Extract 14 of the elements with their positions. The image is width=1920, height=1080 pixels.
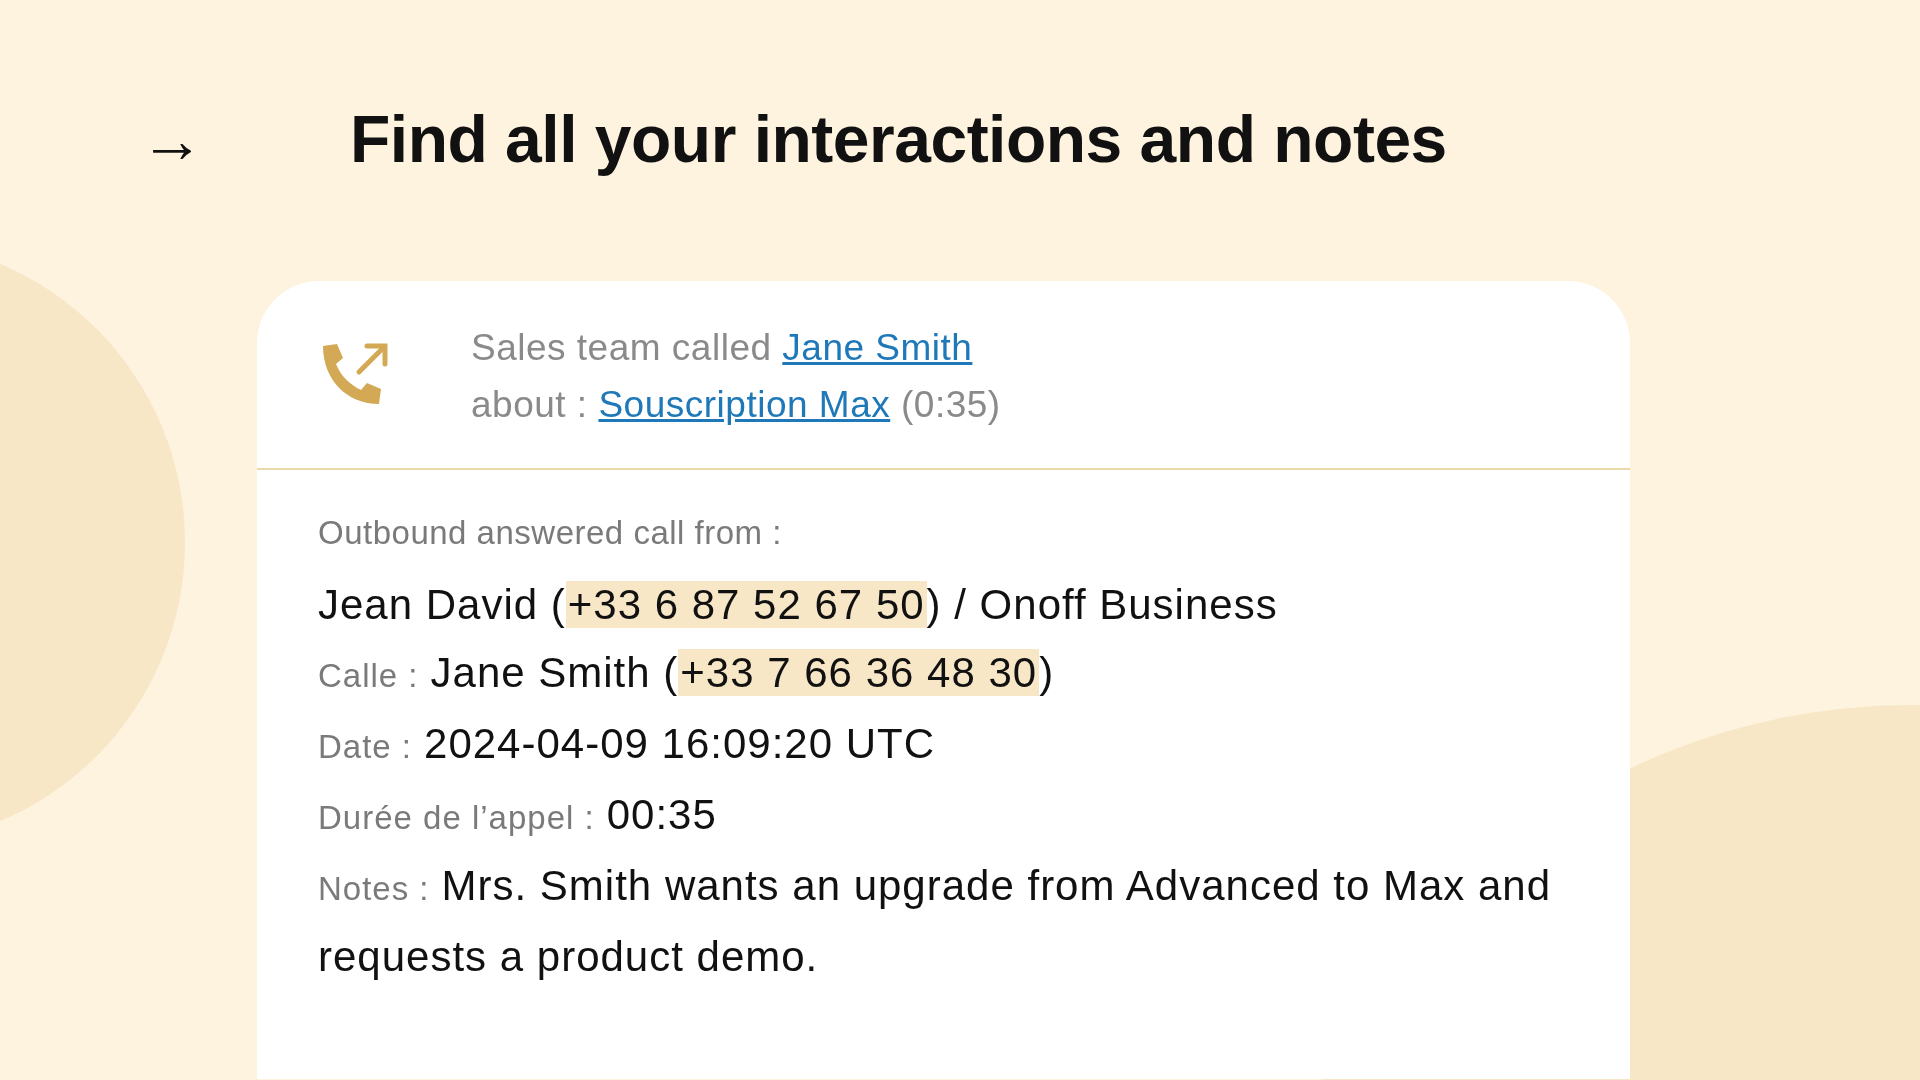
call-detail-line: Calle : Jane Smith (+33 7 66 36 48 30) <box>318 648 1056 699</box>
call-description: Outbound answered call from : <box>318 512 783 553</box>
call-detail-line: Date : 2024-04-09 16:09:20 UTC <box>318 719 937 770</box>
phone-number-highlight: +33 7 66 36 48 30 <box>678 649 1040 697</box>
call-detail-line: Durée de l’appel : 00:35 <box>318 790 718 841</box>
phone-number-highlight: +33 6 87 52 67 50 <box>565 581 927 629</box>
contact-link[interactable]: Souscription Max <box>598 384 891 426</box>
call-summary: about : Souscription Max (0:35) <box>471 383 1001 428</box>
call-detail-line: Jean David (+33 6 87 52 67 50) / Onoff Business <box>318 580 1279 631</box>
call-summary: Sales team called Jane Smith <box>471 326 974 370</box>
call-detail-line: Notes : Mrs. Smith wants an upgrade from Advanced to Max and requests a product demo. <box>318 861 1553 983</box>
contact-link[interactable]: Jane Smith <box>782 327 973 368</box>
arrow-icon: → <box>140 108 350 172</box>
page-title: Find all your interactions and notes <box>350 101 1447 179</box>
